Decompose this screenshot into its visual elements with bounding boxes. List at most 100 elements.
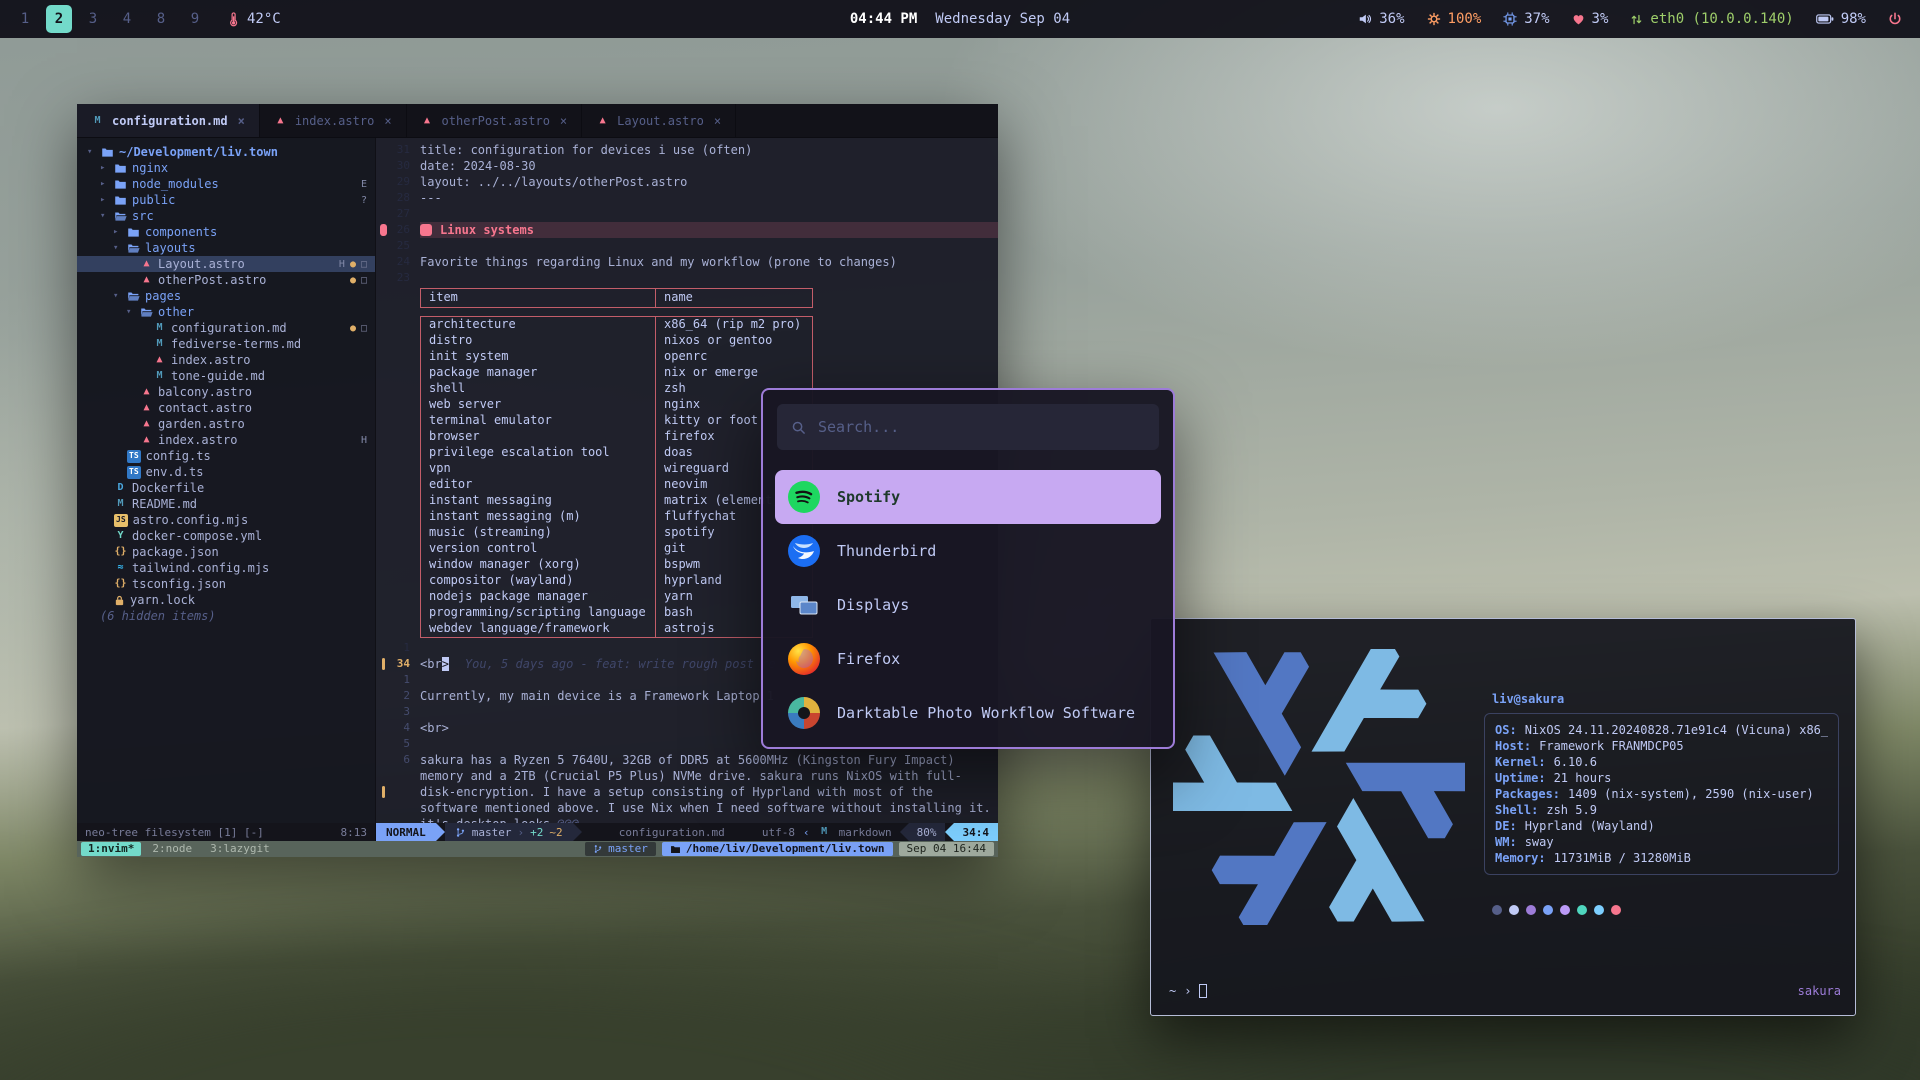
launcher-item-Darktable Photo Workflow Software[interactable]: Darktable Photo Workflow Software xyxy=(775,686,1161,740)
tree-item-label: index.astro xyxy=(171,353,250,367)
gear-module[interactable]: 100% xyxy=(1427,11,1482,27)
tree-item-tailwind.config.mjs[interactable]: ≈tailwind.config.mjs xyxy=(77,560,375,576)
tree-item-contact.astro[interactable]: ▲contact.astro xyxy=(77,400,375,416)
tree-item-balcony.astro[interactable]: ▲balcony.astro xyxy=(77,384,375,400)
tree-item-README.md[interactable]: MREADME.md xyxy=(77,496,375,512)
tree-item-Dockerfile[interactable]: DDockerfile xyxy=(77,480,375,496)
fetch-row: OS:NixOS 24.11.20240828.71e91c4 (Vicuna)… xyxy=(1495,722,1828,738)
close-icon[interactable]: × xyxy=(560,114,567,128)
close-icon[interactable]: × xyxy=(384,114,391,128)
line-text: date: 2024-08-30 xyxy=(420,158,998,174)
table-cell: instant messaging xyxy=(421,493,655,509)
line-number: 31 xyxy=(390,142,420,158)
battery-module[interactable]: 98% xyxy=(1816,11,1866,27)
tree-item-otherPost.astro[interactable]: ▲otherPost.astro●□ xyxy=(77,272,375,288)
chevron-down-icon: ▾ xyxy=(113,291,122,301)
tree-item-label: pages xyxy=(145,289,181,303)
markdown-icon: M xyxy=(153,338,166,351)
cpu-module[interactable]: 37% xyxy=(1503,11,1549,27)
tree-item-label: package.json xyxy=(132,545,219,559)
tree-item-fediverse-terms.md[interactable]: Mfediverse-terms.md xyxy=(77,336,375,352)
line-number: 3 xyxy=(390,704,420,720)
fetch-value: 21 hours xyxy=(1554,770,1612,786)
tree-root[interactable]: ▾~/Development/liv.town xyxy=(77,144,375,160)
close-icon[interactable]: × xyxy=(714,114,721,128)
tree-item-tsconfig.json[interactable]: {}tsconfig.json xyxy=(77,576,375,592)
tree-item-label: astro.config.mjs xyxy=(133,513,249,527)
tree-item-configuration.md[interactable]: Mconfiguration.md●□ xyxy=(77,320,375,336)
tmux-window-2:node[interactable]: 2:node xyxy=(145,842,199,856)
tmux-window-1:nvim*[interactable]: 1:nvim* xyxy=(81,842,141,856)
launcher-item-Firefox[interactable]: Firefox xyxy=(775,632,1161,686)
tree-item-nginx[interactable]: ▸nginx xyxy=(77,160,375,176)
tree-item-index.astro[interactable]: ▲ index.astro xyxy=(77,352,375,368)
tree-item-other[interactable]: ▾other xyxy=(77,304,375,320)
tab-label: Layout.astro xyxy=(617,114,704,128)
tree-item-Layout.astro[interactable]: ▲Layout.astroH●□ xyxy=(77,256,375,272)
markdown-icon: M xyxy=(818,826,831,839)
tree-item-pages[interactable]: ▾ pages xyxy=(77,288,375,304)
workspace-9[interactable]: 9 xyxy=(182,5,208,33)
palette-dot xyxy=(1577,905,1587,915)
close-icon[interactable]: × xyxy=(238,114,245,128)
tmux-git-branch: master xyxy=(608,842,648,856)
network-value: eth0 (10.0.0.140) xyxy=(1650,11,1793,27)
launcher-item-Displays[interactable]: Displays xyxy=(775,578,1161,632)
gear-value: 100% xyxy=(1448,11,1482,27)
tree-item-tone-guide.md[interactable]: Mtone-guide.md xyxy=(77,368,375,384)
tree-item-yarn.lock[interactable]: yarn.lock xyxy=(77,592,375,608)
tree-item-badge: ●□ xyxy=(350,323,367,334)
tab-configuration.md[interactable]: Mconfiguration.md× xyxy=(77,104,260,137)
launcher-item-Spotify[interactable]: Spotify xyxy=(775,470,1161,524)
firefox-icon xyxy=(787,642,821,676)
power-module[interactable] xyxy=(1888,12,1902,26)
tree-item-package.json[interactable]: {}package.json xyxy=(77,544,375,560)
tab-index.astro[interactable]: ▲index.astro× xyxy=(260,104,407,137)
tree-item-node_modules[interactable]: ▸node_modulesE xyxy=(77,176,375,192)
tree-item-public[interactable]: ▸public? xyxy=(77,192,375,208)
workspace-2[interactable]: 2 xyxy=(46,5,72,33)
editor-line: 6sakura has a Ryzen 5 7640U, 32GB of DDR… xyxy=(376,752,998,823)
workspace-4[interactable]: 4 xyxy=(114,5,140,33)
search-input[interactable] xyxy=(818,418,1145,436)
heart-module[interactable]: 3% xyxy=(1572,11,1609,27)
tab-Layout.astro[interactable]: ▲Layout.astro× xyxy=(582,104,736,137)
tree-item-config.ts[interactable]: TSconfig.ts xyxy=(77,448,375,464)
fetch-label: Shell: xyxy=(1495,802,1538,818)
tree-item-index.astro[interactable]: ▲index.astroH xyxy=(77,432,375,448)
workspace-8[interactable]: 8 xyxy=(148,5,174,33)
table-cell: editor xyxy=(421,477,655,493)
launcher-search[interactable] xyxy=(777,404,1159,450)
shell-prompt[interactable]: ~ › xyxy=(1169,983,1207,999)
table-body: architecturex86_64 (rip m2 pro)distronix… xyxy=(420,316,813,638)
fetch-value: zsh 5.9 xyxy=(1546,802,1597,818)
powerline-separator xyxy=(436,823,445,841)
network-module[interactable]: eth0 (10.0.0.140) xyxy=(1630,11,1793,27)
tree-item-garden.astro[interactable]: ▲garden.astro xyxy=(77,416,375,432)
fetch-row: Kernel:6.10.6 xyxy=(1495,754,1828,770)
tree-item-astro.config.mjs[interactable]: JSastro.config.mjs xyxy=(77,512,375,528)
workspace-3[interactable]: 3 xyxy=(80,5,106,33)
tree-item-layouts[interactable]: ▾layouts xyxy=(77,240,375,256)
table-cell: terminal emulator xyxy=(421,413,655,429)
tree-item-docker-compose.yml[interactable]: Ydocker-compose.yml xyxy=(77,528,375,544)
tree-item-src[interactable]: ▾src xyxy=(77,208,375,224)
tree-item-env.d.ts[interactable]: TSenv.d.ts xyxy=(77,464,375,480)
tmux-path: /home/liv/Development/liv.town xyxy=(686,842,885,856)
filetype-indicator: markdown xyxy=(839,826,892,839)
launcher-item-Thunderbird[interactable]: Thunderbird xyxy=(775,524,1161,578)
fetch-value: sway xyxy=(1525,834,1554,850)
temperature-module[interactable]: 42°C xyxy=(226,11,281,27)
tree-item-components[interactable]: ▸components xyxy=(77,224,375,240)
astro-icon: ▲ xyxy=(153,354,166,367)
tree-item-(6 hidden items)[interactable]: (6 hidden items) xyxy=(77,608,375,624)
cursor-position: 34:4 xyxy=(954,823,999,841)
volume-module[interactable]: 36% xyxy=(1358,11,1404,27)
tab-otherPost.astro[interactable]: ▲otherPost.astro× xyxy=(407,104,583,137)
git-branch-name: master xyxy=(472,826,512,839)
tree-item-badge: ? xyxy=(361,195,367,206)
astro-icon: ▲ xyxy=(140,258,153,271)
workspace-1[interactable]: 1 xyxy=(12,5,38,33)
tmux-window-3:lazygit[interactable]: 3:lazygit xyxy=(203,842,277,856)
editor-line: 30date: 2024-08-30 xyxy=(376,158,998,174)
